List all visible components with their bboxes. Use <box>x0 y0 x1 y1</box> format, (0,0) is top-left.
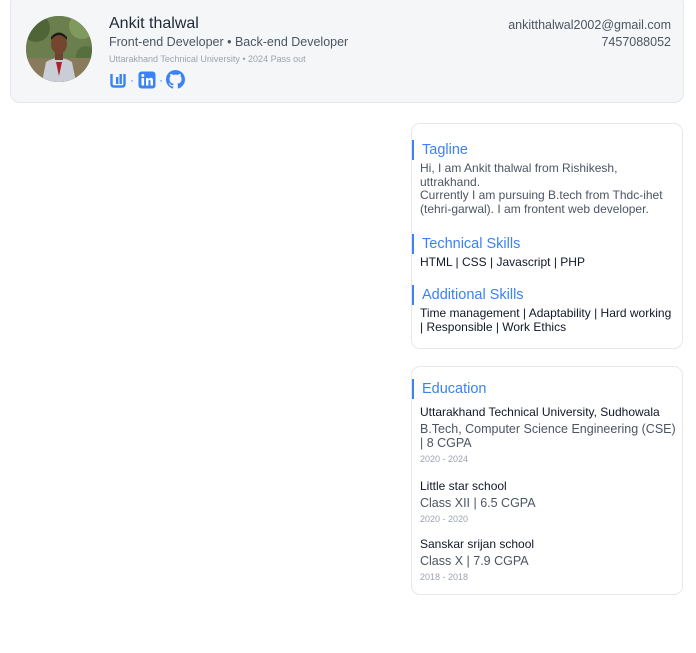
education-degree: B.Tech, Computer Science Engineering (CS… <box>420 422 676 450</box>
education-card: Education Uttarakhand Technical Universi… <box>411 366 683 595</box>
portfolio-icon[interactable] <box>108 70 127 89</box>
education-item: Sanskar srijan school Class X | 7.9 CGPA… <box>420 537 678 583</box>
github-icon[interactable] <box>166 70 185 89</box>
profile-header: Ankit thalwal Front-end Developer • Back… <box>10 0 684 103</box>
profile-role: Front-end Developer • Back-end Developer <box>109 35 349 49</box>
email-link[interactable]: ankitthalwal2002@gmail.com <box>508 17 671 34</box>
profile-university: Uttarakhand Technical University • 2024 … <box>109 54 306 64</box>
tagline-text-1: Hi, I am Ankit thalwal from Rishikesh, u… <box>420 161 618 189</box>
additional-skills-heading: Additional Skills <box>412 285 524 305</box>
social-separator: · <box>159 72 163 87</box>
education-heading: Education <box>412 379 487 399</box>
avatar <box>26 16 92 82</box>
tagline-heading: Tagline <box>412 140 468 160</box>
education-years: 2020 - 2020 <box>420 514 469 524</box>
education-school: Little star school <box>420 479 507 493</box>
about-card: Tagline Hi, I am Ankit thalwal from Rish… <box>411 123 683 349</box>
linkedin-icon[interactable] <box>137 70 156 89</box>
profile-name: Ankit thalwal <box>109 15 199 32</box>
education-item: Uttarakhand Technical University, Sudhow… <box>420 405 678 465</box>
education-school: Uttarakhand Technical University, Sudhow… <box>420 405 660 419</box>
education-years: 2020 - 2024 <box>420 454 469 464</box>
additional-skills-list: Time management | Adaptability | Hard wo… <box>420 306 672 334</box>
education-years: 2018 - 2018 <box>420 572 469 582</box>
phone-number: 7457088052 <box>601 35 671 49</box>
technical-skills-list: HTML | CSS | Javascript | PHP <box>420 255 585 269</box>
social-links: · · <box>108 70 185 89</box>
contact-info: ankitthalwal2002@gmail.com 7457088052 <box>508 17 671 51</box>
education-item: Little star school Class XII | 6.5 CGPA … <box>420 479 678 525</box>
technical-skills-heading: Technical Skills <box>412 234 520 254</box>
education-degree: Class X | 7.9 CGPA <box>420 554 529 568</box>
education-degree: Class XII | 6.5 CGPA <box>420 496 536 510</box>
education-school: Sanskar srijan school <box>420 537 535 551</box>
social-separator: · <box>130 72 134 87</box>
tagline-text-2: Currently I am pursuing B.tech from Thdc… <box>420 188 663 216</box>
